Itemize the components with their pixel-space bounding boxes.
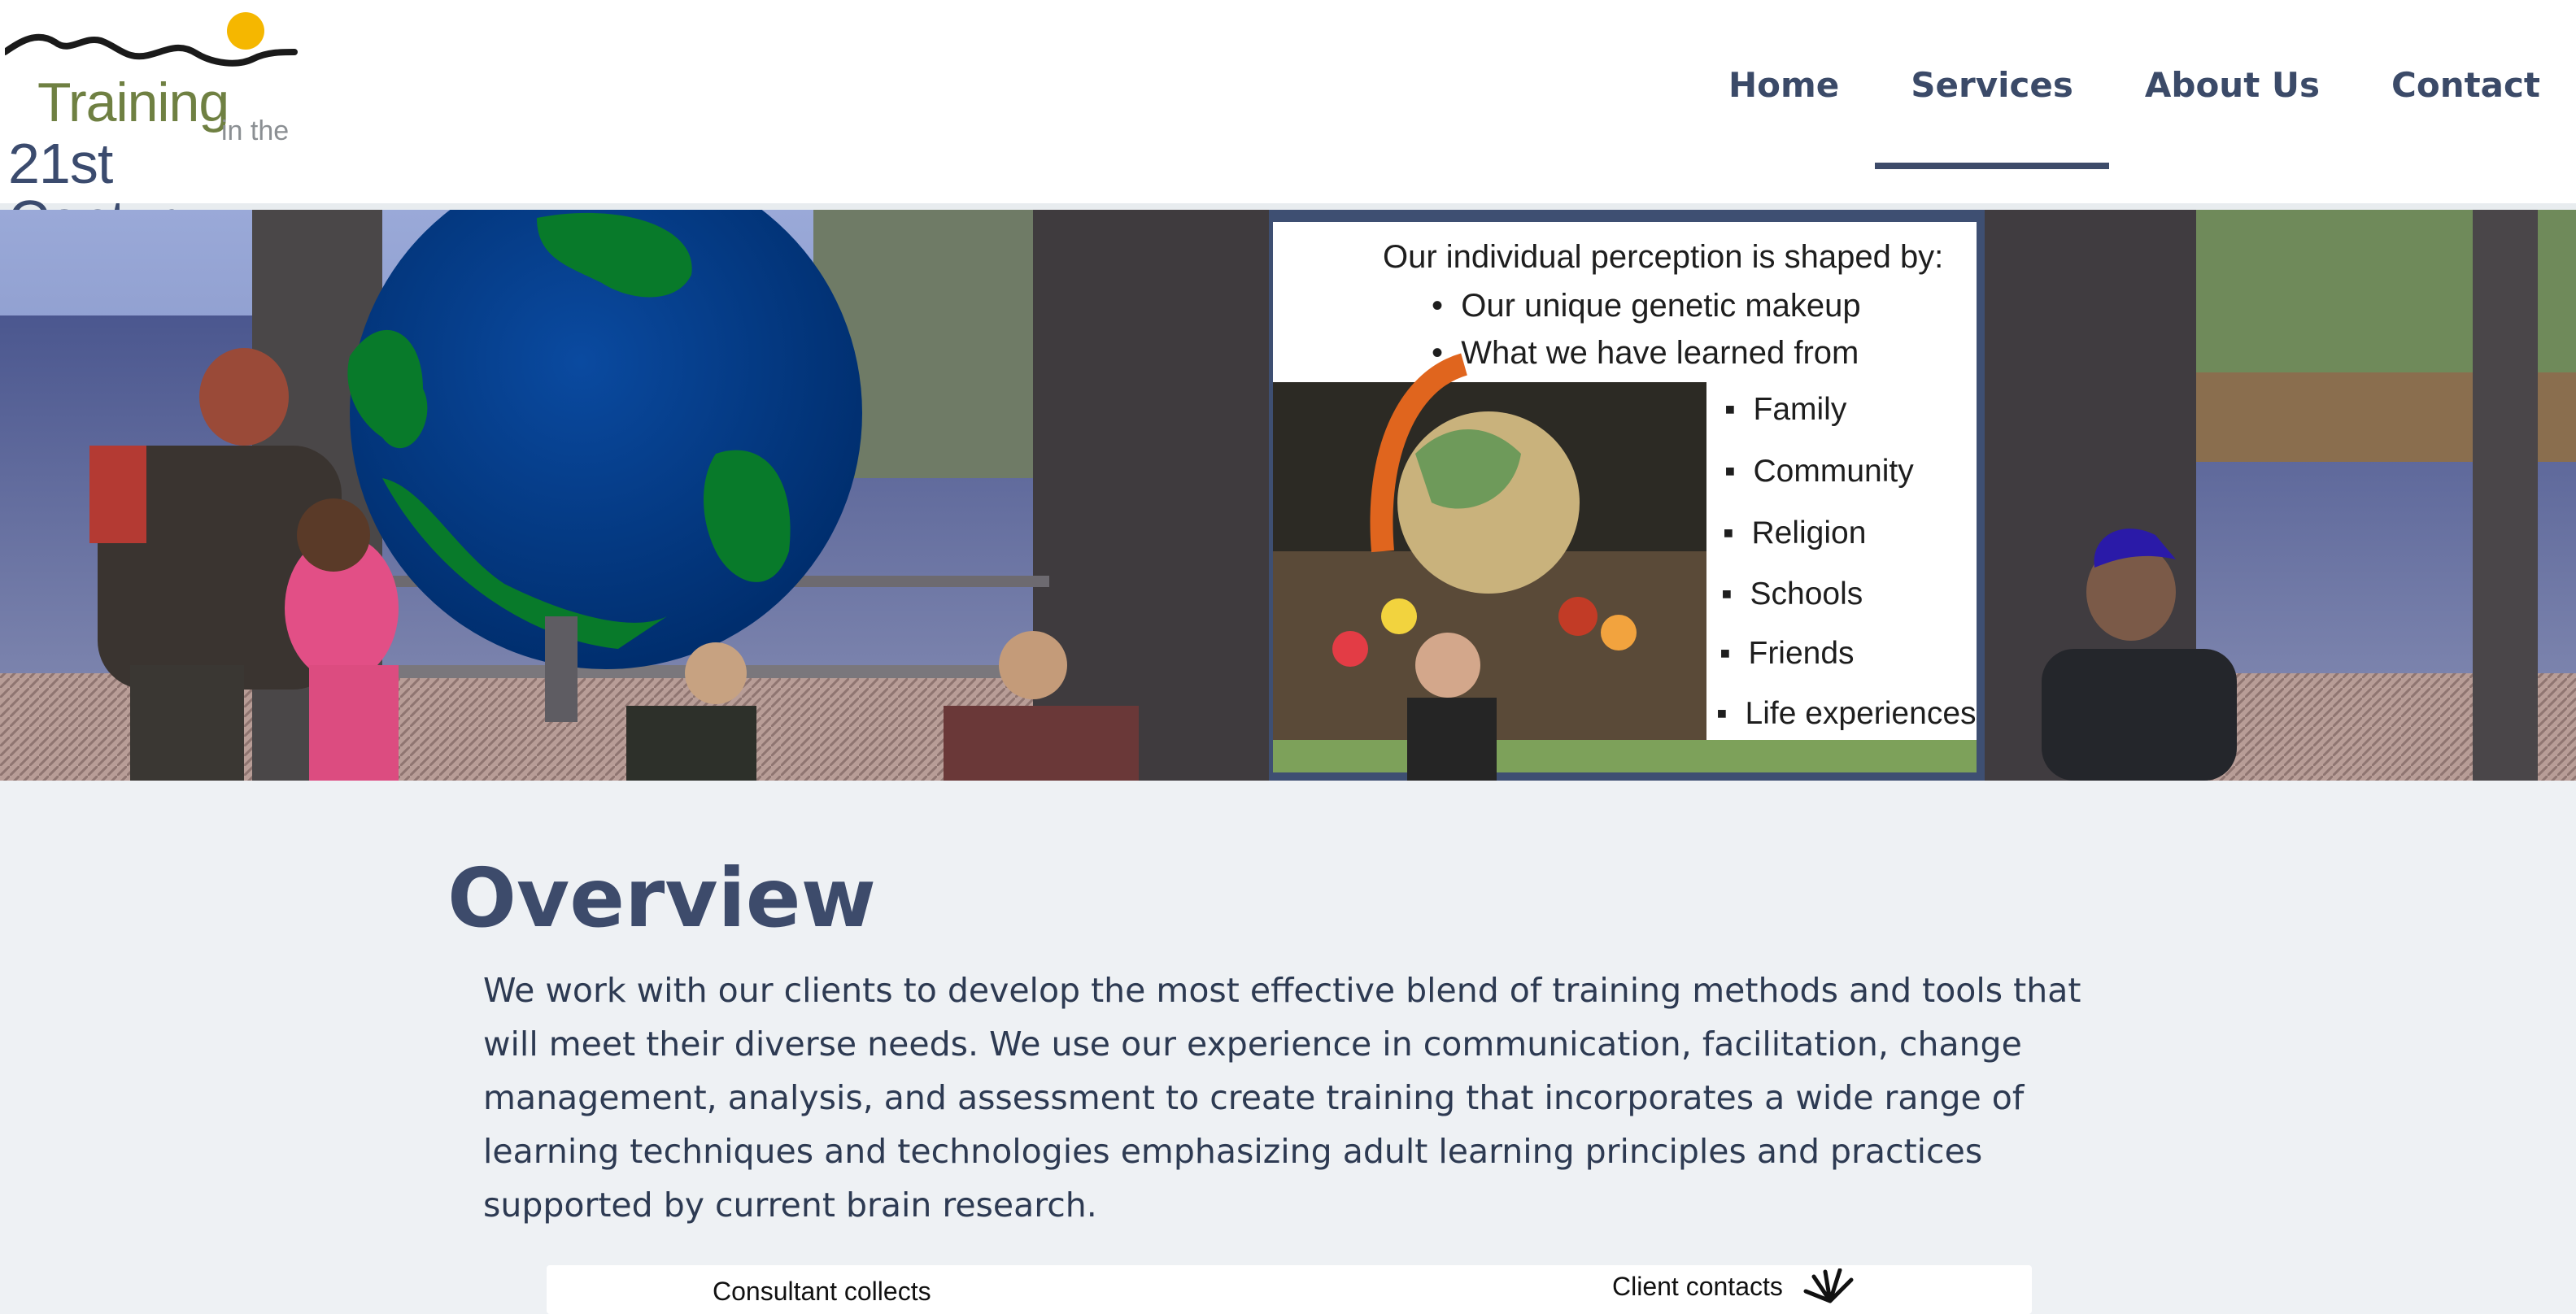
hero-scene-image [0,210,2576,781]
site-logo[interactable]: Training in the 21st Century [2,7,298,249]
nav-home[interactable]: Home [1693,0,1875,169]
slide-sub-bullet-text: Schools [1750,577,1863,611]
slide-bullet-1: • Our unique genetic makeup [1432,288,1861,324]
diagram-label-consultant-collects: Consultant collects [713,1277,931,1306]
slide-sub-bullet-text: Community [1753,454,1914,489]
slide-bullet-2-text: What we have learned from [1461,335,1859,371]
slide-sub-bullet-schools: ▪ Schools [1721,577,1863,611]
slide-sub-bullet-community: ▪ Community [1724,454,1914,489]
slide-sub-bullet-text: Life experiences [1745,696,1977,731]
slide-sub-bullet-text: Friends [1748,636,1855,671]
process-diagram-image: Consultant collects Client contacts [547,1265,2032,1314]
slide-sub-bullet-text: Religion [1751,516,1867,550]
main-nav: Home Services About Us Contact [1693,0,2576,169]
overview-paragraph: We work with our clients to develop the … [483,971,2081,1225]
nav-services[interactable]: Services [1875,0,2109,169]
hero-banner: Our individual perception is shaped by: … [0,210,2576,781]
slide-sub-bullet-life-experiences: ▪ Life experiences [1716,696,1977,731]
diagram-label-client-contacts: Client contacts [1612,1272,1783,1301]
slide-sub-bullet-family: ▪ Family [1724,392,1847,427]
site-header: Training in the 21st Century Home Servic… [0,0,2576,249]
slide-bullet-2: • What we have learned from [1432,335,1859,371]
slide-heading: Our individual perception is shaped by: [1383,239,1944,275]
logo-word-training: Training [37,72,229,133]
starburst-icon [1803,1268,1854,1303]
nav-contact[interactable]: Contact [2356,0,2576,169]
nav-about-us[interactable]: About Us [2109,0,2356,169]
slide-sub-bullet-religion: ▪ Religion [1723,516,1867,550]
slide-bullet-1-text: Our unique genetic makeup [1461,288,1861,324]
overview-heading: Overview [447,851,877,946]
slide-sub-bullet-friends: ▪ Friends [1720,636,1855,671]
slide-sub-bullet-text: Family [1753,392,1847,427]
